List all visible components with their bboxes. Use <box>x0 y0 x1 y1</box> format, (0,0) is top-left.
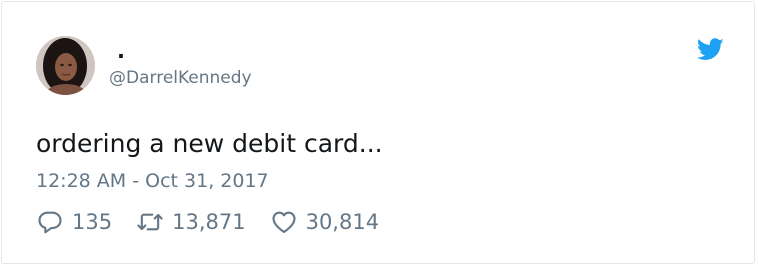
display-name[interactable]: . <box>117 38 125 64</box>
retweet-button[interactable]: 13,871 <box>136 207 246 237</box>
tweet-actions: 135 13,871 30,814 <box>36 207 403 237</box>
avatar[interactable] <box>36 36 95 95</box>
heart-icon <box>270 208 298 236</box>
tweet-text: ordering a new debit card... <box>36 129 383 158</box>
user-handle[interactable]: @DarrelKennedy <box>109 66 252 90</box>
tweet-timestamp[interactable]: 12:28 AM - Oct 31, 2017 <box>36 167 269 195</box>
reply-button[interactable]: 135 <box>36 207 112 237</box>
tweet-card: . @DarrelKennedy ordering a new debit ca… <box>1 1 755 264</box>
retweet-icon <box>136 208 164 236</box>
twitter-bird-icon[interactable] <box>696 38 724 61</box>
reply-count: 135 <box>72 210 113 234</box>
reply-icon <box>36 208 64 236</box>
avatar-image <box>36 36 95 95</box>
like-button[interactable]: 30,814 <box>270 207 379 237</box>
retweet-count: 13,871 <box>172 210 246 234</box>
like-count: 30,814 <box>305 210 380 234</box>
